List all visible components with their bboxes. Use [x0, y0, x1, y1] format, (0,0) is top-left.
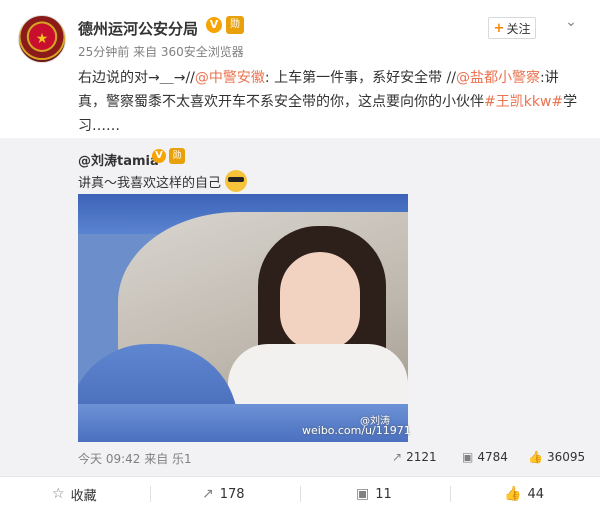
thumbs-up-icon: 👍 [504, 486, 522, 502]
comment-icon: ▣ [462, 450, 474, 464]
separator [150, 486, 151, 502]
comment-button[interactable]: ▣ 11 [356, 484, 392, 504]
favorite-label: 收藏 [70, 488, 97, 504]
mention-link[interactable]: @盐都小警察 [456, 70, 540, 86]
author-avatar[interactable]: ★ [18, 15, 66, 63]
thumbs-up-icon: 👍 [528, 450, 543, 464]
verified-icon: V [152, 149, 166, 163]
repost-icon: ↗ [202, 486, 214, 502]
repost-icon: ↗ [392, 450, 403, 464]
repost-button[interactable]: ↗ 178 [202, 484, 245, 504]
verified-icon: V [206, 17, 222, 33]
repost-text: 讲真～我喜欢这样的自己 [78, 170, 248, 192]
like-button[interactable]: 👍 44 [504, 484, 544, 504]
photo-watermark-url: weibo.com/u/11971 [302, 424, 411, 437]
comment-count-value: 4784 [477, 450, 508, 464]
repost-author[interactable]: @刘涛tamia [78, 150, 159, 169]
repost-text-content: 讲真～我喜欢这样的自己 [78, 175, 222, 191]
repost-count: 178 [219, 486, 245, 502]
sunglasses-emoji-icon [225, 170, 248, 192]
separator [450, 486, 451, 502]
hashtag-link[interactable]: #王凯kkw# [484, 94, 563, 110]
repost-footer: 今天 09:42 来自 乐1 [78, 452, 192, 466]
repost-like-count[interactable]: 👍 36095 [528, 450, 585, 464]
mention-link[interactable]: @中警安徽 [195, 70, 265, 86]
weibo-card: ★ 德州运河公安分局 V 勋 25分钟前 来自 360安全浏览器 + 关注 ⌄ … [0, 0, 600, 512]
author-name[interactable]: 德州运河公安分局 [78, 18, 198, 39]
post-text-part: 右边说的对→＿→// [78, 70, 195, 86]
repost-count-value: 2121 [406, 450, 437, 464]
post-meta: 25分钟前 来自 360安全浏览器 [78, 45, 244, 59]
chevron-down-icon[interactable]: ⌄ [562, 14, 580, 32]
star-icon: ☆ [52, 486, 65, 502]
police-emblem-icon: ★ [35, 31, 49, 47]
favorite-button[interactable]: ☆ 收藏 [52, 484, 97, 504]
like-count: 44 [527, 486, 544, 502]
post-text: 右边说的对→＿→//@中警安徽: 上车第一件事，系好安全带 //@盐都小警察:讲… [78, 66, 578, 138]
comment-icon: ▣ [356, 486, 370, 502]
medal-icon: 勋 [226, 16, 244, 34]
post-text-part: : 上车第一件事，系好安全带 // [264, 70, 456, 86]
separator [300, 486, 301, 502]
repost-comment-count[interactable]: ▣ 4784 [462, 450, 508, 464]
like-count-value: 36095 [546, 450, 586, 464]
repost-repost-count[interactable]: ↗ 2121 [392, 450, 437, 464]
plus-icon: + [493, 20, 505, 36]
comment-count: 11 [375, 486, 392, 502]
medal-icon: 勋 [169, 148, 185, 164]
follow-button[interactable]: + 关注 [488, 17, 536, 39]
follow-label: 关注 [506, 21, 531, 36]
repost-photo[interactable] [78, 194, 408, 442]
divider [0, 476, 600, 477]
woman-face [280, 252, 360, 350]
